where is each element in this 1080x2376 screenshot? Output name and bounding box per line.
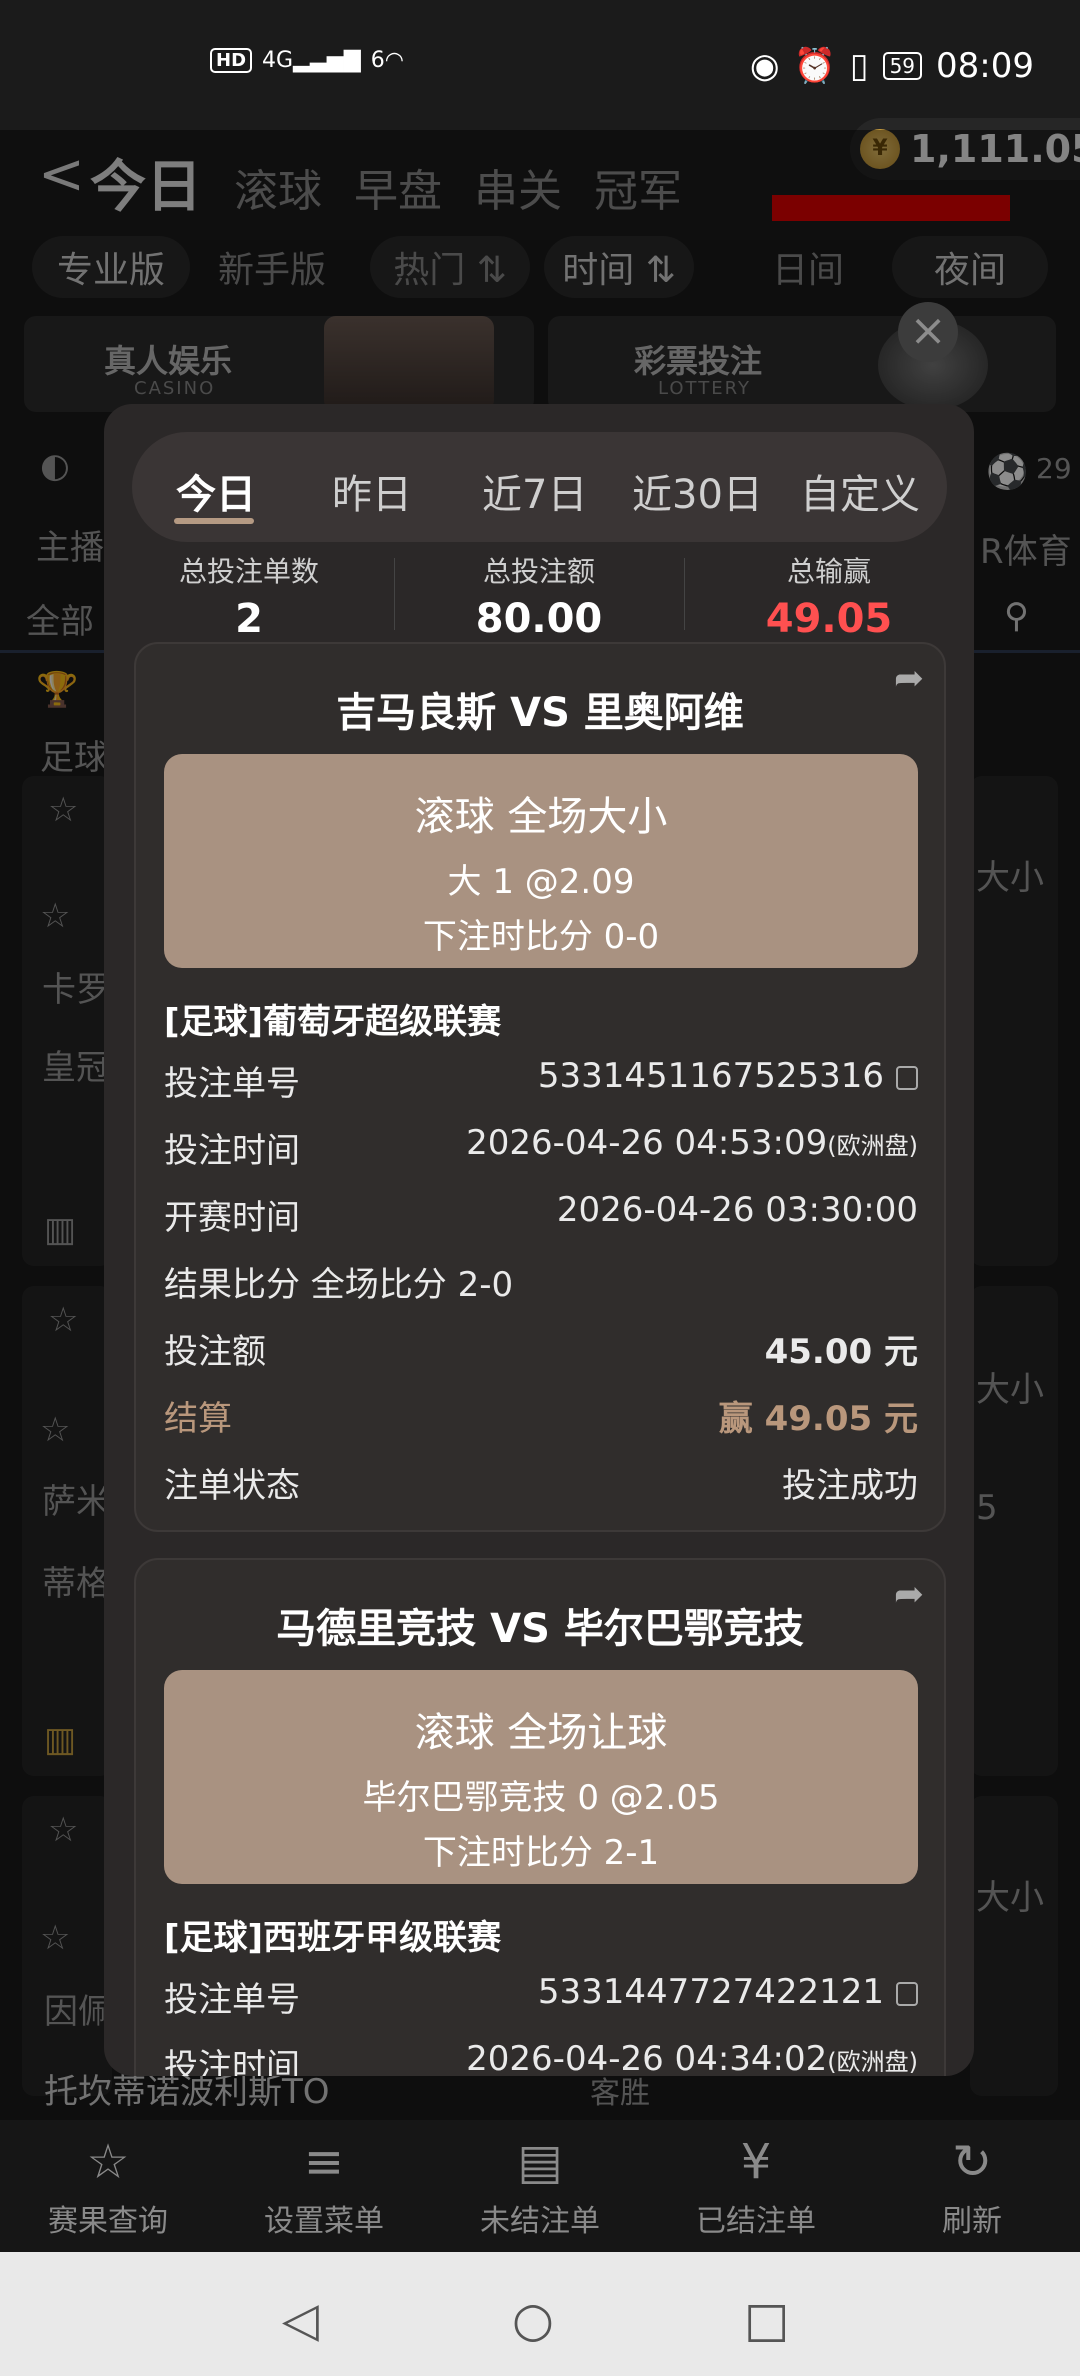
odds-type: (欧洲盘) <box>827 2048 918 2076</box>
bet-selection-box: 滚球 全场大小 大 1 @2.09 下注时比分 0-0 <box>164 754 918 968</box>
nav-back-icon[interactable]: ◁ <box>282 2292 319 2348</box>
row-bet-id: 投注单号 5331451167525316 <box>164 1056 918 1106</box>
clipboard-icon: ▤ <box>517 2134 563 2190</box>
period-tabs: 今日 昨日 近7日 近30日 自定义 <box>132 432 947 542</box>
tab-label: 已结注单 <box>696 2204 816 2239</box>
row-label: 投注时间 <box>164 2047 300 2076</box>
nav-home-icon[interactable]: ○ <box>512 2292 554 2348</box>
stat-label: 总输赢 <box>786 555 871 588</box>
row-label: 结算 <box>164 1399 232 1439</box>
bet-time-value: 2026-04-26 04:53:09 <box>466 1123 828 1163</box>
bet-records-modal: 今日 昨日 近7日 近30日 自定义 总投注单数 2 总投注额 80.00 总输… <box>104 404 974 2076</box>
row-label: 投注时间 <box>164 1131 300 1171</box>
stat-label: 总投注单数 <box>178 555 319 588</box>
row-label: 投注单号 <box>164 1980 300 2020</box>
bet-card: 马德里竞技 VS 毕尔巴鄂竞技 ➦ 滚球 全场让球 毕尔巴鄂竞技 0 @2.05… <box>134 1558 946 2076</box>
row-result-score: 结果比分 全场比分 2-0 <box>164 1257 918 1307</box>
copy-icon[interactable] <box>896 1981 918 2006</box>
tab-label: 赛果查询 <box>48 2204 168 2239</box>
row-label: 注单状态 <box>164 1466 300 1506</box>
tab-label: 刷新 <box>942 2204 1002 2239</box>
row-bet-time: 投注时间 2026-04-26 04:53:09(欧洲盘) <box>164 1123 918 1173</box>
kickoff-time-value: 2026-04-26 03:30:00 <box>556 1190 918 1230</box>
stat-value: 2 <box>235 596 263 642</box>
match-title: 马德里竞技 VS 毕尔巴鄂竞技 <box>276 1606 804 1652</box>
tab-unsettled-bets[interactable]: ▤ 未结注单 <box>432 2120 648 2252</box>
bet-id-value: 5331447727422121 <box>537 1972 884 2012</box>
row-label: 开赛时间 <box>164 1198 300 1238</box>
result-score: 结果比分 全场比分 2-0 <box>164 1265 514 1305</box>
tab-settled-bets[interactable]: ¥ 已结注单 <box>648 2120 864 2252</box>
summary-stats: 总投注单数 2 总投注额 80.00 总输赢 49.05 <box>104 544 974 644</box>
refresh-icon: ↻ <box>951 2134 993 2190</box>
stat-bet-count: 总投注单数 2 <box>104 544 394 644</box>
row-settlement: 结算 赢 49.05 元 <box>164 1391 918 1441</box>
bet-score-at-bet: 下注时比分 2-1 <box>422 1833 660 1873</box>
period-tab-today[interactable]: 今日 <box>176 462 256 520</box>
system-nav-bar: ◁ ○ □ <box>0 2252 1080 2376</box>
tab-results-query[interactable]: ☆ 赛果查询 <box>0 2120 216 2252</box>
bet-id-value: 5331451167525316 <box>537 1056 884 1096</box>
row-kickoff-time: 开赛时间 2026-04-26 03:30:00 <box>164 1190 918 1240</box>
nav-recents-icon[interactable]: □ <box>744 2292 789 2348</box>
league-name: [足球]西班牙甲级联赛 <box>164 1918 502 1958</box>
period-tab-7days[interactable]: 近7日 <box>482 462 587 520</box>
share-icon[interactable]: ➦ <box>894 1574 924 1615</box>
tab-label: 设置菜单 <box>264 2204 384 2239</box>
bet-market: 滚球 全场让球 <box>414 1710 668 1756</box>
tab-settings-menu[interactable]: ≡ 设置菜单 <box>216 2120 432 2252</box>
receipt-icon: ¥ <box>740 2134 772 2190</box>
share-icon[interactable]: ➦ <box>894 658 924 699</box>
row-bet-id: 投注单号 5331447727422121 <box>164 1972 918 2022</box>
bet-card: 吉马良斯 VS 里奥阿维 ➦ 滚球 全场大小 大 1 @2.09 下注时比分 0… <box>134 642 946 1532</box>
odds-type: (欧洲盘) <box>827 1132 918 1160</box>
stat-value: 49.05 <box>765 596 893 642</box>
row-label: 投注单号 <box>164 1064 300 1104</box>
stat-label: 总投注额 <box>482 555 595 588</box>
bottom-tab-bar: ☆ 赛果查询 ≡ 设置菜单 ▤ 未结注单 ¥ 已结注单 ↻ 刷新 <box>0 2120 1080 2252</box>
row-label: 投注额 <box>164 1332 266 1372</box>
settings-sliders-icon: ≡ <box>303 2134 345 2190</box>
active-tab-indicator <box>174 518 254 524</box>
tab-label: 未结注单 <box>480 2204 600 2239</box>
period-tab-yesterday[interactable]: 昨日 <box>332 462 412 520</box>
results-query-icon: ☆ <box>86 2134 130 2190</box>
copy-icon[interactable] <box>896 1065 918 1090</box>
stake-value: 45.00 元 <box>764 1332 918 1372</box>
bet-score-at-bet: 下注时比分 0-0 <box>422 917 660 957</box>
stat-value: 80.00 <box>475 596 603 642</box>
bet-selection-box: 滚球 全场让球 毕尔巴鄂竞技 0 @2.05 下注时比分 2-1 <box>164 1670 918 1884</box>
bet-market: 滚球 全场大小 <box>414 794 668 840</box>
settlement-value: 赢 49.05 元 <box>718 1399 918 1439</box>
bet-pick: 大 1 @2.09 <box>447 862 635 902</box>
bet-pick: 毕尔巴鄂竞技 0 @2.05 <box>362 1778 720 1818</box>
period-tab-custom[interactable]: 自定义 <box>800 462 920 520</box>
stat-win-loss: 总输赢 49.05 <box>684 544 974 644</box>
row-stake: 投注额 45.00 元 <box>164 1324 918 1374</box>
status-value: 投注成功 <box>782 1466 918 1506</box>
tab-refresh[interactable]: ↻ 刷新 <box>864 2120 1080 2252</box>
stat-bet-amount: 总投注额 80.00 <box>394 544 684 644</box>
bet-time-value: 2026-04-26 04:34:02 <box>466 2039 828 2076</box>
match-title: 吉马良斯 VS 里奥阿维 <box>336 690 744 736</box>
league-name: [足球]葡萄牙超级联赛 <box>164 1002 502 1042</box>
row-bet-time: 投注时间 2026-04-26 04:34:02(欧洲盘) <box>164 2039 918 2076</box>
row-status: 注单状态 投注成功 <box>164 1458 918 1508</box>
period-tab-30days[interactable]: 近30日 <box>632 462 763 520</box>
